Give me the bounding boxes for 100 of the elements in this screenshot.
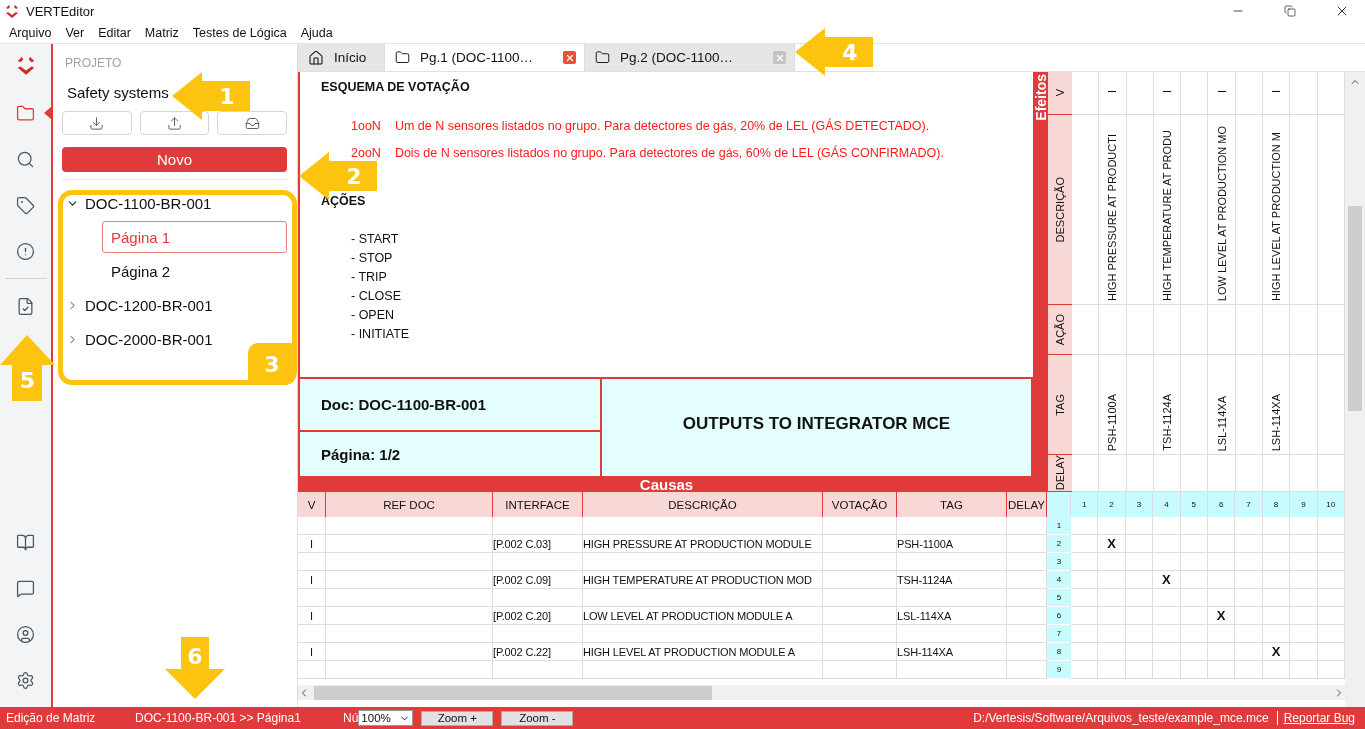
matrix-cell[interactable] xyxy=(1125,643,1154,661)
matrix-cell[interactable]: X xyxy=(1153,571,1181,589)
matrix-cell[interactable] xyxy=(1235,535,1263,553)
matrix-cell[interactable] xyxy=(1098,571,1126,589)
scroll-thumb[interactable] xyxy=(314,685,712,700)
matrix-cell[interactable] xyxy=(1125,589,1154,607)
matrix-cell[interactable] xyxy=(1208,535,1236,553)
matrix-cell[interactable] xyxy=(1262,535,1291,553)
matrix-cell[interactable] xyxy=(1317,643,1345,661)
matrix-cell[interactable] xyxy=(1317,607,1345,625)
matrix-cell[interactable] xyxy=(1290,571,1318,589)
menu-item[interactable]: Arquivo xyxy=(2,25,59,40)
tree-page-item[interactable]: Página 2 xyxy=(102,255,287,287)
zoom-out-button[interactable]: Zoom - xyxy=(501,710,574,726)
matrix-cell[interactable] xyxy=(1153,589,1181,607)
matrix-cell[interactable] xyxy=(1071,625,1099,643)
menu-item[interactable]: Ajuda xyxy=(293,25,340,40)
inbox-button[interactable] xyxy=(217,111,287,135)
matrix-cell[interactable] xyxy=(1180,643,1208,661)
matrix-cell[interactable] xyxy=(1098,625,1126,643)
matrix-cell[interactable] xyxy=(1235,661,1263,679)
matrix-cell[interactable] xyxy=(1208,553,1236,571)
new-button[interactable]: Novo xyxy=(62,147,287,172)
export-button[interactable] xyxy=(139,111,210,135)
matrix-cell[interactable] xyxy=(1235,607,1263,625)
matrix-cell[interactable] xyxy=(1290,625,1318,643)
matrix-cell[interactable] xyxy=(1153,625,1181,643)
matrix-cell[interactable] xyxy=(1098,607,1126,625)
matrix-cell[interactable] xyxy=(1071,553,1099,571)
matrix-cell[interactable] xyxy=(1180,589,1208,607)
matrix-cell[interactable] xyxy=(1317,571,1345,589)
matrix-cell[interactable] xyxy=(1235,589,1263,607)
matrix-cell[interactable] xyxy=(1208,517,1236,535)
tab[interactable]: Pg.2 (DOC-1100… xyxy=(585,44,795,71)
zoom-select[interactable]: 100% xyxy=(358,710,414,726)
matrix-cell[interactable] xyxy=(1317,535,1345,553)
matrix-cell[interactable] xyxy=(1180,517,1208,535)
matrix-cell[interactable]: X xyxy=(1262,643,1291,661)
matrix-cell[interactable] xyxy=(1153,517,1181,535)
matrix-cell[interactable] xyxy=(1235,643,1263,661)
matrix-cell[interactable] xyxy=(1290,589,1318,607)
matrix-cell[interactable] xyxy=(1317,553,1345,571)
matrix-cell[interactable] xyxy=(1290,643,1318,661)
matrix-cell[interactable] xyxy=(1317,517,1345,535)
matrix-cell[interactable] xyxy=(1125,535,1154,553)
tree-item[interactable]: DOC-2000-BR-001 xyxy=(85,330,213,348)
matrix-cell[interactable] xyxy=(1098,589,1126,607)
matrix-cell[interactable] xyxy=(1262,607,1291,625)
matrix-cell[interactable] xyxy=(1290,553,1318,571)
matrix-cell[interactable] xyxy=(1235,553,1263,571)
report-bug-link[interactable]: Reportar Bug xyxy=(1276,711,1365,725)
matrix-cell[interactable] xyxy=(1125,607,1154,625)
matrix-cell[interactable] xyxy=(1180,625,1208,643)
matrix-cell[interactable] xyxy=(1290,517,1318,535)
matrix-cell[interactable] xyxy=(1153,661,1181,679)
matrix-cell[interactable] xyxy=(1180,571,1208,589)
matrix-cell[interactable] xyxy=(1125,517,1154,535)
matrix-cell[interactable] xyxy=(1125,553,1154,571)
matrix-cell[interactable] xyxy=(1262,589,1291,607)
matrix-cell[interactable] xyxy=(1098,517,1126,535)
matrix-cell[interactable] xyxy=(1290,535,1318,553)
matrix-cell[interactable] xyxy=(1071,535,1099,553)
matrix-cell[interactable] xyxy=(1180,553,1208,571)
vertical-scrollbar[interactable] xyxy=(1345,72,1365,707)
import-button[interactable] xyxy=(62,111,132,135)
matrix-cell[interactable] xyxy=(1262,517,1291,535)
matrix-cell[interactable] xyxy=(1235,625,1263,643)
menu-item[interactable]: Matriz xyxy=(137,25,186,40)
matrix-cell[interactable] xyxy=(1071,643,1099,661)
matrix-cell[interactable]: X xyxy=(1098,535,1126,553)
menu-item[interactable]: Testes de Lógica xyxy=(185,25,294,40)
matrix-cell[interactable] xyxy=(1153,535,1181,553)
matrix-cell[interactable] xyxy=(1098,643,1126,661)
matrix-cell[interactable] xyxy=(1317,589,1345,607)
tree-page-item[interactable]: Página 1 xyxy=(102,221,287,253)
matrix-cell[interactable] xyxy=(1153,607,1181,625)
matrix-cell[interactable] xyxy=(1125,661,1154,679)
horizontal-scrollbar[interactable] xyxy=(298,685,1345,700)
matrix-cell[interactable] xyxy=(1262,625,1291,643)
tree-item[interactable]: DOC-1200-BR-001 xyxy=(85,296,213,314)
matrix-cell[interactable] xyxy=(1153,553,1181,571)
matrix-cell[interactable] xyxy=(1180,607,1208,625)
matrix-cell[interactable] xyxy=(1208,625,1236,643)
matrix-cell[interactable] xyxy=(1071,589,1099,607)
matrix-cell[interactable] xyxy=(1235,571,1263,589)
matrix-cell[interactable] xyxy=(1071,571,1099,589)
close-tab-icon[interactable] xyxy=(773,51,786,64)
matrix-cell[interactable] xyxy=(1262,661,1291,679)
matrix-cell[interactable] xyxy=(1317,661,1345,679)
close-tab-icon[interactable] xyxy=(563,51,576,64)
matrix-cell[interactable] xyxy=(1098,661,1126,679)
matrix-cell[interactable] xyxy=(1098,553,1126,571)
matrix-cell[interactable]: X xyxy=(1208,607,1236,625)
matrix-cell[interactable] xyxy=(1208,643,1236,661)
matrix-cell[interactable] xyxy=(1180,535,1208,553)
matrix-cell[interactable] xyxy=(1262,553,1291,571)
matrix-cell[interactable] xyxy=(1180,661,1208,679)
matrix-cell[interactable] xyxy=(1317,625,1345,643)
matrix-cell[interactable] xyxy=(1071,607,1099,625)
matrix-cell[interactable] xyxy=(1235,517,1263,535)
